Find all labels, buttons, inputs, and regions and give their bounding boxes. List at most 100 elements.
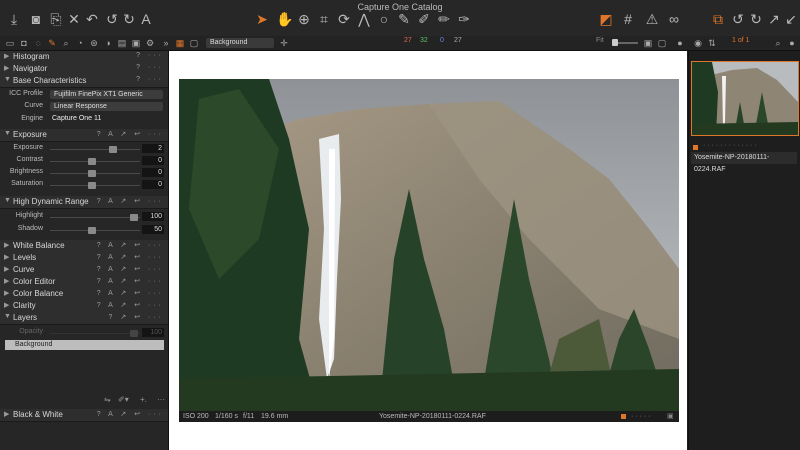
section-controls[interactable]: ? ··· — [136, 64, 164, 71]
zoom-slider-knob[interactable] — [612, 39, 618, 46]
opacity-slider[interactable] — [50, 330, 140, 337]
section-layers[interactable]: ▼ Layers ? ↗ ↩ ··· — [0, 312, 168, 325]
exposure-tab-icon[interactable]: ◑ — [102, 37, 114, 49]
warning-icon[interactable]: ⚠ — [644, 11, 660, 27]
sort-icon[interactable]: ⇅ — [706, 37, 718, 49]
icc-profile-select[interactable]: Fujifilm FinePix XT1 Generic — [50, 90, 163, 99]
section-controls[interactable]: ? A ↗ ↩ ··· — [97, 289, 164, 297]
saturation-slider[interactable] — [50, 182, 140, 189]
contrast-slider-knob[interactable] — [88, 158, 96, 165]
layer-item-background[interactable]: Background — [5, 340, 164, 350]
select-cursor-icon[interactable]: ➤ — [254, 11, 270, 27]
thumb-color-tag[interactable] — [693, 145, 698, 150]
color-tag-icon[interactable] — [621, 414, 626, 419]
section-controls[interactable]: ? A ↗ ↩ ··· — [97, 265, 164, 273]
section-controls[interactable]: ? A ↗ ↩ ··· — [97, 241, 164, 249]
shadow-slider-knob[interactable] — [88, 227, 96, 234]
section-controls[interactable]: ? A ↗ ↩ ··· — [97, 410, 164, 418]
highlight-slider-knob[interactable] — [130, 214, 138, 221]
brightness-slider[interactable] — [50, 170, 140, 177]
exposure-value[interactable]: 2 — [142, 144, 164, 153]
search-icon[interactable]: ⌕ — [772, 37, 784, 49]
shadow-slider[interactable] — [50, 227, 140, 234]
grid-icon[interactable]: # — [620, 11, 636, 27]
brightness-value[interactable]: 0 — [142, 168, 164, 177]
annotation-icon[interactable]: ✑ — [456, 11, 472, 27]
user-icon[interactable]: ● — [674, 37, 686, 49]
proof-icon[interactable]: ▢ — [656, 37, 668, 49]
section-base-characteristics[interactable]: ▼ Base Characteristics ? ··· — [0, 75, 168, 88]
contrast-value[interactable]: 0 — [142, 156, 164, 165]
add-preset-icon[interactable]: ✛ — [278, 37, 290, 49]
more-tabs-icon[interactable]: » — [160, 37, 172, 49]
undo-icon[interactable]: ↺ — [104, 11, 120, 27]
text-tool-icon[interactable]: A — [138, 11, 154, 27]
opacity-value[interactable]: 100 — [142, 328, 164, 337]
adjust-tab-icon[interactable]: ✎ — [46, 37, 58, 49]
shadow-value[interactable]: 50 — [142, 225, 164, 234]
rating-stars[interactable]: · · · · · — [631, 411, 650, 422]
redo-icon[interactable]: ↻ — [121, 11, 137, 27]
grid-view-icon[interactable]: ▦ — [174, 37, 186, 49]
person-icon[interactable]: ● — [786, 37, 798, 49]
apply-up-icon[interactable]: ↗ — [766, 11, 782, 27]
eraser-icon[interactable]: ✏ — [436, 11, 452, 27]
layer-menu-icon[interactable]: ··· — [157, 395, 165, 404]
reset-icon[interactable]: ↶ — [84, 11, 100, 27]
exposure-slider-knob[interactable] — [109, 146, 117, 153]
apply-down-icon[interactable]: ↙ — [783, 11, 799, 27]
zoom-slider[interactable] — [612, 39, 638, 46]
thumbnail[interactable] — [691, 61, 799, 136]
highlight-value[interactable]: 100 — [142, 212, 164, 221]
exposure-slider[interactable] — [50, 146, 140, 153]
zoom-icon[interactable]: ⊕ — [296, 11, 312, 27]
output-tab-icon[interactable]: ▣ — [130, 37, 142, 49]
capture-tab-icon[interactable]: ◘ — [18, 37, 30, 49]
delete-icon[interactable]: ✕ — [66, 11, 82, 27]
eye-icon[interactable]: ◉ — [692, 37, 704, 49]
section-controls[interactable]: ? ··· — [136, 52, 164, 59]
copy-adjustments-icon[interactable]: ⧉ — [710, 11, 726, 27]
exposure-warning-icon[interactable]: ◩ — [598, 11, 614, 27]
brush-icon[interactable]: ✐ — [416, 11, 432, 27]
rotate-right-icon[interactable]: ↻ — [748, 11, 764, 27]
import-icon[interactable]: ⤓ — [6, 11, 22, 27]
camera-icon[interactable]: ◙ — [28, 11, 44, 27]
highlight-slider[interactable] — [50, 214, 140, 221]
layer-tools-icon[interactable]: ⇋ — [104, 395, 111, 404]
metadata-tab-icon[interactable]: ▤ — [116, 37, 128, 49]
section-controls[interactable]: ? A ↗ ↩ ··· — [97, 301, 164, 309]
rotate-icon[interactable]: ⟳ — [336, 11, 352, 27]
picker-icon[interactable]: ✎ — [396, 11, 412, 27]
section-controls[interactable]: ? ··· — [136, 76, 164, 83]
layer-brush-icon[interactable]: ✐▾ — [118, 395, 129, 404]
export-icon[interactable]: ⎘ — [48, 11, 64, 27]
section-controls[interactable]: ? A ↗ ↩ ··· — [97, 253, 164, 261]
pan-hand-icon[interactable]: ✋ — [276, 11, 293, 27]
local-tab-icon[interactable]: ◔ — [74, 37, 86, 49]
section-exposure[interactable]: ▼ Exposure ? A ↗ ↩ ··· — [0, 129, 168, 142]
section-controls[interactable]: ? ↗ ↩ ··· — [109, 313, 164, 321]
section-controls[interactable]: ? A ↗ ↩ ··· — [97, 277, 164, 285]
keystone-icon[interactable]: ⋀ — [356, 11, 372, 27]
brightness-slider-knob[interactable] — [88, 170, 96, 177]
section-controls[interactable]: ? A ↗ ↩ ··· — [97, 197, 164, 205]
main-photo[interactable] — [179, 79, 679, 411]
compare-icon[interactable]: ▣ — [642, 37, 654, 49]
glasses-icon[interactable]: ∞ — [666, 11, 682, 27]
contrast-slider[interactable] — [50, 158, 140, 165]
crop-icon[interactable]: ⌗ — [316, 11, 332, 27]
curve-select[interactable]: Linear Response — [50, 102, 163, 111]
rotate-left-icon[interactable]: ↺ — [730, 11, 746, 27]
spot-removal-icon[interactable]: ○ — [376, 11, 392, 27]
batch-tab-icon[interactable]: ⚙ — [144, 37, 156, 49]
details-tab-icon[interactable]: ⌕ — [60, 37, 72, 49]
saturation-value[interactable]: 0 — [142, 180, 164, 189]
color-tab-icon[interactable]: ⊛ — [88, 37, 100, 49]
section-hdr[interactable]: ▼ High Dynamic Range ? A ↗ ↩ ··· — [0, 196, 168, 209]
single-view-icon[interactable]: ▢ — [188, 37, 200, 49]
opacity-slider-knob[interactable] — [130, 330, 138, 337]
preset-select[interactable]: Background — [206, 38, 274, 48]
library-tab-icon[interactable]: ▭ — [4, 37, 16, 49]
section-controls[interactable]: ? A ↗ ↩ ··· — [97, 130, 164, 138]
